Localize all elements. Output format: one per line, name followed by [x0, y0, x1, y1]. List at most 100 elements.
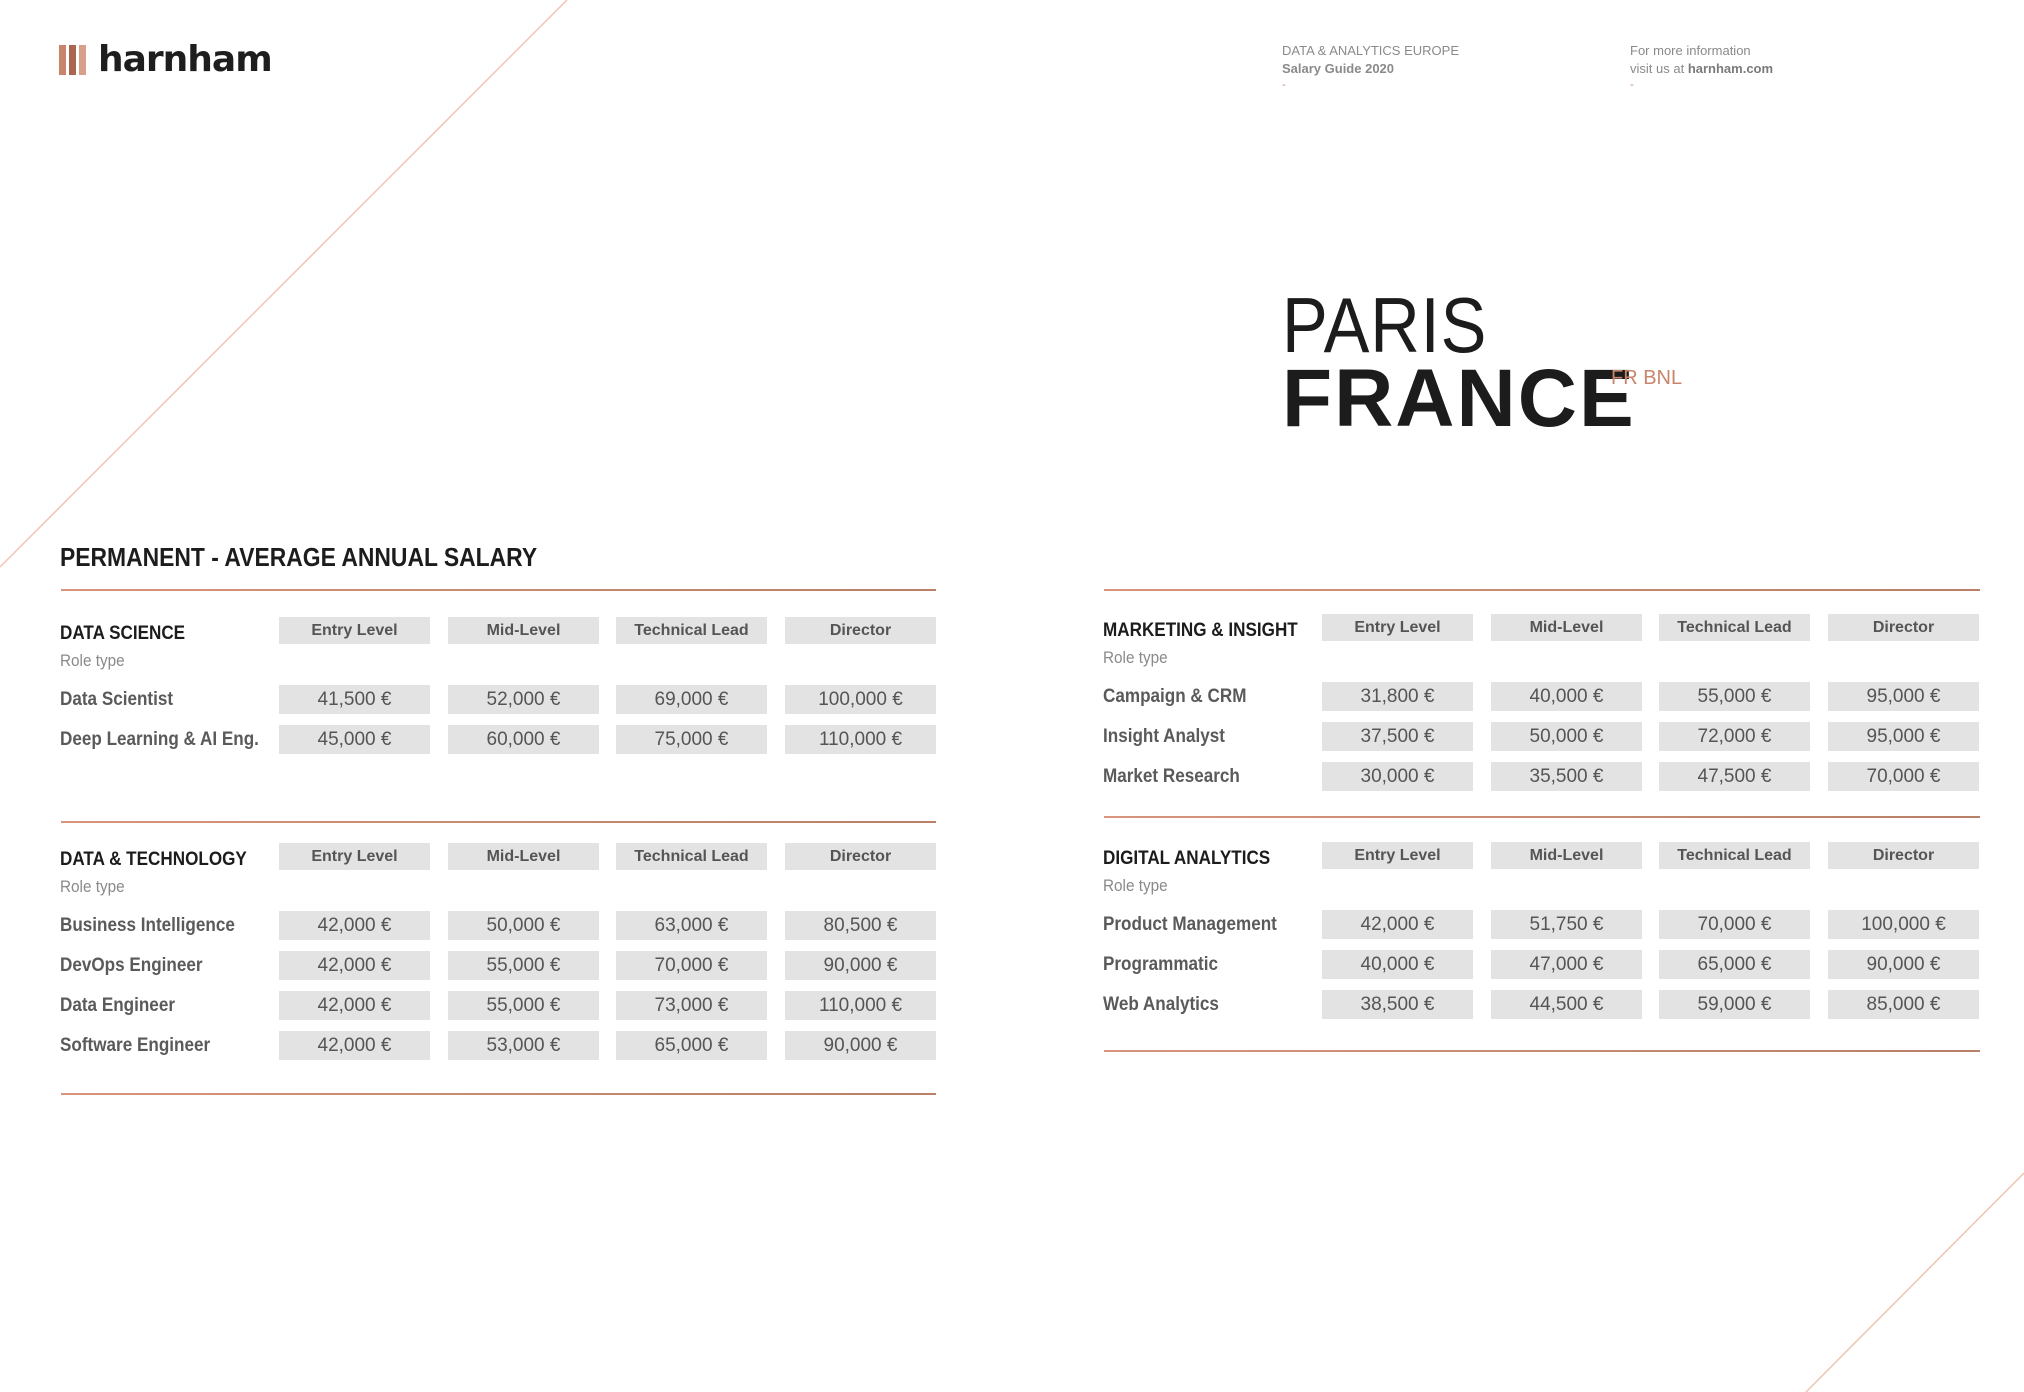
table-body: Product Management 42,000 € 51,750 € 70,000…	[1103, 910, 1979, 1030]
role-name: Data Engineer	[60, 995, 175, 1016]
role-name: DevOps Engineer	[60, 955, 203, 976]
salary-cell: 55,000 €	[448, 991, 599, 1020]
table-row: Programmatic 40,000 € 47,000 € 65,000 € 90,0…	[1103, 950, 1979, 990]
column-header-mid-level: Mid-Level	[448, 617, 599, 644]
salary-cell: 42,000 €	[1322, 910, 1473, 939]
salary-cell: 90,000 €	[785, 951, 936, 980]
salary-cell: 52,000 €	[448, 685, 599, 714]
salary-cell: 42,000 €	[279, 991, 430, 1020]
table-row: Data Scientist 41,500 € 52,000 € 69,000 € 10…	[60, 685, 936, 725]
salary-cell: 30,000 €	[1322, 762, 1473, 791]
table-row: Deep Learning & AI Eng. 45,000 € 60,000 € 7…	[60, 725, 936, 765]
table-row: DevOps Engineer 42,000 € 55,000 € 70,000 € 9…	[60, 951, 936, 991]
logo-text: harnham	[98, 39, 273, 80]
table-row: Software Engineer 42,000 € 53,000 € 65,000 …	[60, 1031, 936, 1071]
role-name: Business Intelligence	[60, 915, 235, 936]
table-data-technology: DATA & TECHNOLOGY Role type Entry Level …	[60, 843, 936, 1071]
salary-cell: 35,500 €	[1491, 762, 1642, 791]
salary-cell: 59,000 €	[1659, 990, 1810, 1019]
salary-cell: 95,000 €	[1828, 682, 1979, 711]
column-header-entry-level: Entry Level	[279, 617, 430, 644]
column-header-director: Director	[1828, 842, 1979, 869]
salary-cell: 73,000 €	[616, 991, 767, 1020]
region-code: FR BNL	[1611, 367, 1683, 389]
salary-cell: 37,500 €	[1322, 722, 1473, 751]
salary-cell: 95,000 €	[1828, 722, 1979, 751]
salary-cell: 55,000 €	[448, 951, 599, 980]
salary-cell: 69,000 €	[616, 685, 767, 714]
salary-cell: 51,750 €	[1491, 910, 1642, 939]
role-type-label: Role type	[60, 651, 125, 670]
section-title: DATA & TECHNOLOGY	[60, 849, 247, 870]
salary-cell: 60,000 €	[448, 725, 599, 754]
section-title: DATA SCIENCE	[60, 623, 186, 644]
city-heading: PARIS FRANCE	[1282, 286, 1636, 444]
table-marketing-insight: MARKETING & INSIGHT Role type Entry Leve…	[1103, 614, 1979, 802]
role-name: Programmatic	[1103, 954, 1219, 975]
guide-dash: -	[1282, 79, 1286, 91]
salary-cell: 41,500 €	[279, 685, 430, 714]
website-link[interactable]: harnham.com	[1688, 61, 1773, 76]
salary-cell: 50,000 €	[448, 911, 599, 940]
table-header: MARKETING & INSIGHT Role type Entry Leve…	[1103, 614, 1979, 674]
table-header: DATA & TECHNOLOGY Role type Entry Level …	[60, 843, 936, 903]
table-body: Data Scientist 41,500 € 52,000 € 69,000 € 10…	[60, 685, 936, 765]
info-line-2: visit us at harnham.com	[1630, 60, 1773, 78]
divider	[61, 821, 936, 823]
table-row: Product Management 42,000 € 51,750 € 70,000…	[1103, 910, 1979, 950]
harnham-logo[interactable]: harnham	[59, 39, 273, 80]
logo-mark-icon	[59, 45, 86, 75]
section-title: DIGITAL ANALYTICS	[1103, 848, 1271, 869]
column-header-technical-lead: Technical Lead	[1659, 842, 1810, 869]
column-header-mid-level: Mid-Level	[448, 843, 599, 870]
salary-cell: 53,000 €	[448, 1031, 599, 1060]
table-row: Market Research 30,000 € 35,500 € 47,500 € 7…	[1103, 762, 1979, 802]
salary-cell: 47,000 €	[1491, 950, 1642, 979]
column-header-director: Director	[785, 617, 936, 644]
role-name: Deep Learning & AI Eng.	[60, 729, 259, 750]
salary-cell: 70,000 €	[1659, 910, 1810, 939]
divider	[1104, 589, 1980, 591]
contact-info: For more information visit us at harnham…	[1630, 42, 1773, 92]
table-body: Business Intelligence 42,000 € 50,000 € 63,…	[60, 911, 936, 1071]
salary-cell: 65,000 €	[616, 1031, 767, 1060]
country-name: FRANCE	[1282, 353, 1636, 444]
column-header-mid-level: Mid-Level	[1491, 614, 1642, 641]
column-header-technical-lead: Technical Lead	[616, 843, 767, 870]
table-row: Campaign & CRM 31,800 € 40,000 € 55,000 € 95…	[1103, 682, 1979, 722]
table-header: DATA SCIENCE Role type Entry Level Mid-L…	[60, 617, 936, 677]
role-type-label: Role type	[60, 877, 125, 896]
guide-line-1: DATA & ANALYTICS EUROPE	[1282, 43, 1459, 58]
role-type-label: Role type	[1103, 648, 1168, 667]
role-name: Data Scientist	[60, 689, 174, 710]
salary-cell: 50,000 €	[1491, 722, 1642, 751]
salary-cell: 75,000 €	[616, 725, 767, 754]
salary-cell: 38,500 €	[1322, 990, 1473, 1019]
table-digital-analytics: DIGITAL ANALYTICS Role type Entry Level …	[1103, 842, 1979, 1030]
salary-cell: 70,000 €	[1828, 762, 1979, 791]
divider	[61, 589, 936, 591]
salary-cell: 63,000 €	[616, 911, 767, 940]
salary-cell: 90,000 €	[1828, 950, 1979, 979]
divider	[1104, 1050, 1980, 1052]
salary-cell: 42,000 €	[279, 951, 430, 980]
column-header-director: Director	[785, 843, 936, 870]
table-row: Business Intelligence 42,000 € 50,000 € 63,…	[60, 911, 936, 951]
column-header-technical-lead: Technical Lead	[616, 617, 767, 644]
column-header-mid-level: Mid-Level	[1491, 842, 1642, 869]
info-dash: -	[1630, 79, 1634, 91]
salary-cell: 110,000 €	[785, 991, 936, 1020]
info-line-1: For more information	[1630, 43, 1751, 58]
salary-cell: 90,000 €	[785, 1031, 936, 1060]
role-type-label: Role type	[1103, 876, 1168, 895]
role-name: Software Engineer	[60, 1035, 211, 1056]
salary-cell: 31,800 €	[1322, 682, 1473, 711]
table-row: Insight Analyst 37,500 € 50,000 € 72,000 € 9…	[1103, 722, 1979, 762]
divider	[61, 1093, 936, 1095]
guide-line-2: Salary Guide 2020	[1282, 61, 1395, 76]
salary-cell: 45,000 €	[279, 725, 430, 754]
column-header-director: Director	[1828, 614, 1979, 641]
section-title: MARKETING & INSIGHT	[1103, 620, 1298, 641]
salary-cell: 42,000 €	[279, 1031, 430, 1060]
salary-cell: 72,000 €	[1659, 722, 1810, 751]
